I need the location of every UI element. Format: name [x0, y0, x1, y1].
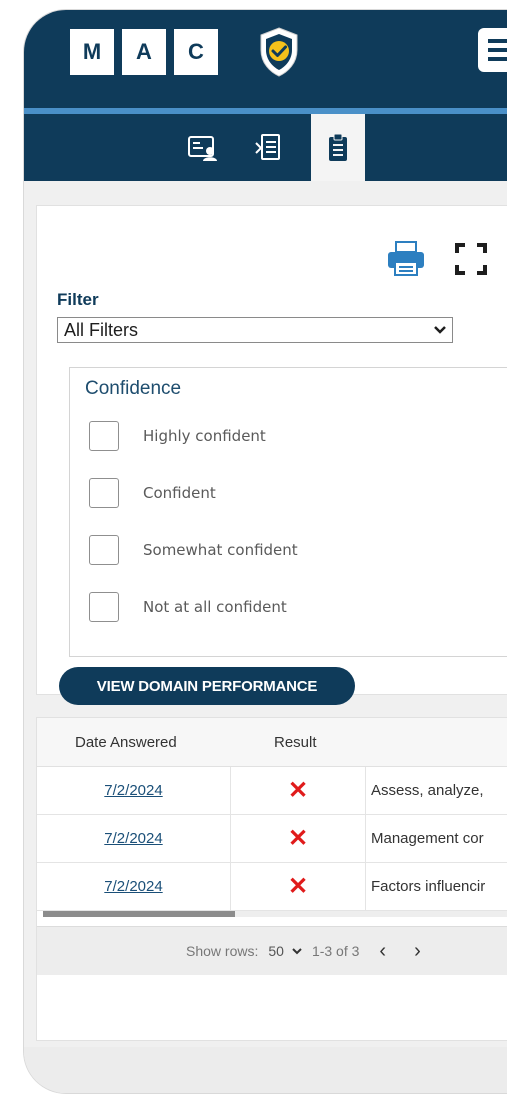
main-content: Filter All Filters Confidence Highly con…: [24, 181, 507, 1093]
show-rows-label: Show rows:: [186, 943, 259, 959]
incorrect-icon: ✕: [231, 815, 366, 862]
filter-label: Filter: [57, 290, 99, 309]
tab-clipboard[interactable]: [311, 114, 365, 181]
filter-selected-value: All Filters: [64, 319, 139, 340]
shield-check-icon: [260, 27, 298, 77]
logo-letter: A: [120, 27, 168, 77]
table-row: 7/2/2024 ✕ Management cor: [37, 815, 507, 863]
checkbox[interactable]: [89, 535, 119, 565]
table-pager: Show rows: 50 1-3 of 3 ‹ ›: [37, 926, 507, 975]
print-icon[interactable]: [386, 240, 426, 278]
confidence-option-not-at-all[interactable]: Not at all confident: [89, 591, 287, 623]
logo-letter: C: [172, 27, 220, 77]
table-row: 7/2/2024 ✕ Factors influencir: [37, 863, 507, 911]
next-page-button[interactable]: ›: [414, 940, 421, 963]
horizontal-scrollbar[interactable]: [43, 911, 507, 917]
logo-letter: M: [68, 27, 116, 77]
checkbox-label: Confident: [143, 484, 216, 502]
incorrect-icon: ✕: [231, 863, 366, 910]
date-link[interactable]: 7/2/2024: [37, 767, 231, 814]
confidence-option-confident[interactable]: Confident: [89, 477, 216, 509]
tab-profile[interactable]: [176, 114, 230, 181]
confidence-group: Confidence Highly confident Confident So…: [69, 367, 507, 657]
hamburger-menu-icon[interactable]: [478, 28, 507, 72]
question-description: Assess, analyze,: [371, 782, 484, 799]
clipboard-icon: [329, 133, 347, 161]
question-description: Factors influencir: [371, 878, 486, 895]
confidence-option-somewhat[interactable]: Somewhat confident: [89, 534, 298, 566]
checkbox[interactable]: [89, 478, 119, 508]
document-list-icon: [255, 133, 280, 160]
column-header-date[interactable]: Date Answered: [75, 718, 177, 766]
checkbox[interactable]: [89, 592, 119, 622]
checkbox-label: Not at all confident: [143, 598, 287, 616]
app-screen: M A C Filter All Filters Confidence High…: [24, 10, 507, 1093]
top-header: M A C: [24, 10, 507, 108]
filter-panel: Filter All Filters Confidence Highly con…: [36, 205, 507, 705]
mac-logo[interactable]: M A C: [68, 27, 220, 77]
question-description: Management cor: [371, 830, 484, 847]
rows-per-page-value: 50: [268, 943, 284, 959]
filter-select[interactable]: All Filters: [57, 317, 453, 343]
rows-per-page-select[interactable]: 50: [264, 938, 306, 964]
checkbox[interactable]: [89, 421, 119, 451]
table-row: 7/2/2024 ✕ Assess, analyze,: [37, 767, 507, 815]
date-link[interactable]: 7/2/2024: [37, 815, 231, 862]
page-range: 1-3 of 3: [311, 943, 360, 959]
fullscreen-icon[interactable]: [454, 242, 488, 276]
confidence-title: Confidence: [85, 378, 182, 399]
footer-bar: [24, 1047, 507, 1093]
checkbox-label: Highly confident: [143, 427, 266, 445]
tab-documents[interactable]: [241, 114, 295, 181]
profile-card-icon: [188, 135, 217, 161]
confidence-option-highly[interactable]: Highly confident: [89, 420, 266, 452]
results-table: Date Answered Result 7/2/2024 ✕ Assess, …: [36, 717, 507, 1041]
chevron-down-icon: [434, 326, 446, 334]
column-header-result[interactable]: Result: [274, 718, 317, 766]
incorrect-icon: ✕: [231, 767, 366, 814]
date-link[interactable]: 7/2/2024: [37, 863, 231, 910]
checkbox-label: Somewhat confident: [143, 541, 298, 559]
view-domain-performance-button[interactable]: VIEW DOMAIN PERFORMANCE: [59, 667, 355, 705]
tab-bar: [24, 114, 507, 181]
table-header: Date Answered Result: [37, 718, 507, 767]
scrollbar-thumb[interactable]: [43, 911, 235, 917]
prev-page-button[interactable]: ‹: [379, 940, 386, 963]
chevron-down-icon: [292, 947, 302, 954]
